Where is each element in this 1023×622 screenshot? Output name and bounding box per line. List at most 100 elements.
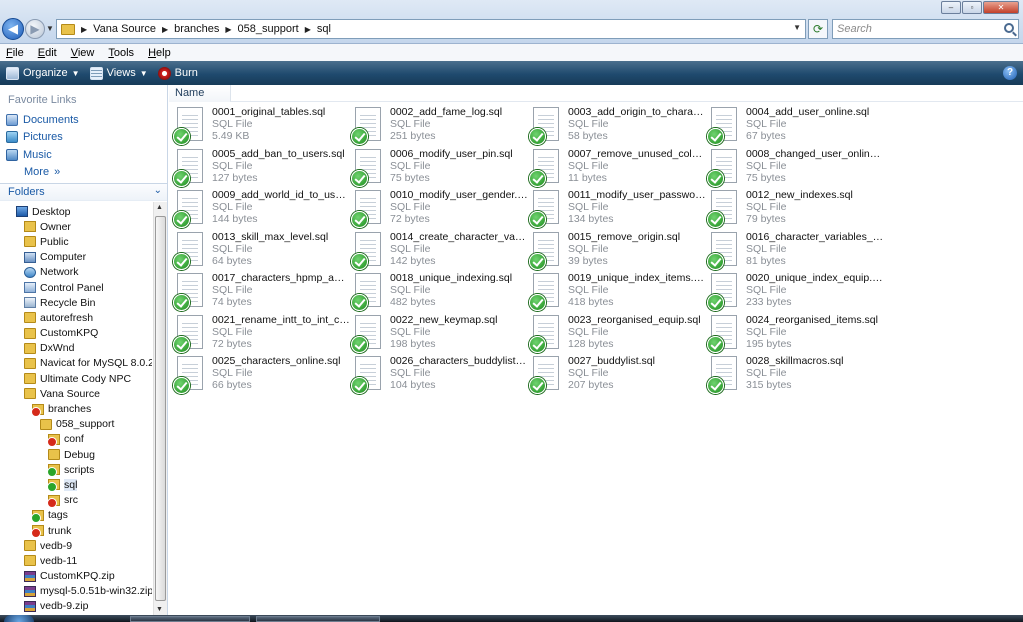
minimize-button[interactable]: –	[941, 1, 961, 14]
breadcrumb-058-support[interactable]: 058_support	[238, 23, 299, 35]
file-size: 81 bytes	[746, 254, 786, 267]
file-item[interactable]: 0023_reorganised_equip.sql SQL File 128 by…	[529, 314, 707, 356]
tree-item[interactable]: Desktop	[0, 204, 152, 219]
tree-item[interactable]: Control Panel	[0, 280, 152, 295]
file-item[interactable]: 0022_new_keymap.sql SQL File 198 bytes	[351, 314, 529, 356]
file-item[interactable]: 0011_modify_user_password... SQL File 134 …	[529, 189, 707, 231]
tree-item[interactable]: branches	[0, 401, 152, 417]
scroll-down-icon[interactable]: ▼	[156, 606, 163, 613]
tree-item[interactable]: vedb-11	[0, 553, 152, 568]
scrollbar-thumb[interactable]	[155, 216, 166, 601]
maximize-button[interactable]: ▫	[962, 1, 982, 14]
file-item[interactable]: 0009_add_world_id_to_user... SQL File 144 …	[173, 189, 351, 231]
file-item[interactable]: 0007_remove_unused_colu... SQL File 11 byt…	[529, 148, 707, 190]
svn-normal-check-icon	[707, 294, 724, 311]
tree-item[interactable]: CustomKPQ.zip	[0, 569, 152, 584]
tree-item[interactable]: Vana Source	[0, 386, 152, 401]
name-column-header[interactable]: Name	[169, 85, 231, 102]
file-item[interactable]: 0003_add_origin_to_charact... SQL File 58 …	[529, 106, 707, 148]
tree-item-label: mysql-5.0.51b-win32.zip	[40, 585, 152, 598]
breadcrumb-sql[interactable]: sql	[317, 23, 331, 35]
file-item[interactable]: 0001_original_tables.sql SQL File 5.49 KB	[173, 106, 351, 148]
tree-item[interactable]: CustomKPQ	[0, 326, 152, 341]
file-item[interactable]: 0019_unique_index_items.sql SQL File 418 b…	[529, 272, 707, 314]
address-dropdown-icon[interactable]: ▼	[793, 23, 801, 32]
file-item[interactable]: 0004_add_user_online.sql SQL File 67 bytes	[707, 106, 885, 148]
address-bar[interactable]: ▶ Vana Source ▶ branches ▶ 058_support ▶…	[56, 19, 806, 39]
file-item[interactable]: 0028_skillmacros.sql SQL File 315 bytes	[707, 355, 885, 397]
tree-item[interactable]: vedb-9.zip	[0, 599, 152, 614]
back-button[interactable]: ◀	[2, 18, 24, 40]
tree-item[interactable]: mysql-5.0.51b-win32.zip	[0, 584, 152, 599]
file-item[interactable]: 0018_unique_indexing.sql SQL File 482 byte…	[351, 272, 529, 314]
favorite-pictures[interactable]: Pictures	[6, 129, 79, 147]
recent-pages-dropdown[interactable]: ▼	[46, 24, 54, 33]
file-item[interactable]: 0017_characters_hpmp_ap.sql SQL File 74 by…	[173, 272, 351, 314]
burn-button[interactable]: Burn	[157, 66, 198, 80]
menu-edit[interactable]: Edit	[38, 47, 57, 59]
taskbar-button[interactable]	[130, 616, 250, 622]
search-icon[interactable]	[1004, 23, 1014, 33]
breadcrumb-branches[interactable]: branches	[174, 23, 219, 35]
tree-item[interactable]: autorefresh	[0, 310, 152, 325]
start-button[interactable]	[4, 615, 34, 622]
file-item[interactable]: 0016_character_variables_va... SQL File 81…	[707, 231, 885, 273]
file-item[interactable]: 0015_remove_origin.sql SQL File 39 bytes	[529, 231, 707, 273]
tree-item[interactable]: sql	[0, 477, 152, 493]
breadcrumb-vana-source[interactable]: Vana Source	[93, 23, 156, 35]
folder-icon	[24, 540, 36, 552]
menu-tools[interactable]: Tools	[108, 47, 134, 59]
folders-header[interactable]: Folders ⌄	[0, 183, 167, 201]
sql-file-icon	[173, 273, 205, 311]
refresh-button[interactable]: ⟳	[808, 19, 828, 39]
close-button[interactable]: ✕	[983, 1, 1019, 14]
file-item[interactable]: 0012_new_indexes.sql SQL File 79 bytes	[707, 189, 885, 231]
search-input[interactable]: Search	[832, 19, 1019, 39]
favorite-music[interactable]: Music	[6, 146, 79, 164]
file-item[interactable]: 0013_skill_max_level.sql SQL File 64 bytes	[173, 231, 351, 273]
favorite-more[interactable]: More »	[6, 164, 79, 182]
tree-item-label: Public	[40, 235, 69, 248]
file-item[interactable]: 0020_unique_index_equip.sql SQL File 233 b…	[707, 272, 885, 314]
file-item[interactable]: 0002_add_fame_log.sql SQL File 251 bytes	[351, 106, 529, 148]
file-item[interactable]: 0010_modify_user_gender.sql SQL File 72 by…	[351, 189, 529, 231]
file-item[interactable]: 0006_modify_user_pin.sql SQL File 75 bytes	[351, 148, 529, 190]
file-item[interactable]: 0008_changed_user_online_t... SQL File 75 …	[707, 148, 885, 190]
tree-item[interactable]: Navicat for MySQL 8.0.22 E	[0, 356, 152, 371]
file-item[interactable]: 0021_rename_intt_to_int_ch... SQL File 72 …	[173, 314, 351, 356]
tree-item[interactable]: trunk	[0, 523, 152, 539]
help-icon[interactable]: ?	[1003, 66, 1017, 80]
menu-view[interactable]: View	[71, 47, 95, 59]
forward-button[interactable]: ▶	[25, 19, 45, 39]
folder-tree-scrollbar[interactable]: ▲ ▼	[153, 202, 167, 615]
file-item[interactable]: 0024_reorganised_items.sql SQL File 195 by…	[707, 314, 885, 356]
tree-item[interactable]: scripts	[0, 462, 152, 478]
menu-file[interactable]: File	[6, 47, 24, 59]
tree-item[interactable]: src	[0, 493, 152, 508]
tree-item[interactable]: Recycle Bin	[0, 295, 152, 310]
tree-item-label: Desktop	[32, 205, 71, 218]
file-item[interactable]: 0026_characters_buddylist_s... SQL File 10…	[351, 355, 529, 397]
tree-item[interactable]: vedb-9	[0, 538, 152, 553]
tree-item[interactable]: Network	[0, 265, 152, 280]
file-item[interactable]: 0005_add_ban_to_users.sql SQL File 127 byt…	[173, 148, 351, 190]
tree-item[interactable]: Debug	[0, 447, 152, 462]
file-item[interactable]: 0025_characters_online.sql SQL File 66 byt…	[173, 355, 351, 397]
file-item[interactable]: 0027_buddylist.sql SQL File 207 bytes	[529, 355, 707, 397]
tree-item[interactable]: Public	[0, 234, 152, 249]
tree-item[interactable]: 058_support	[0, 417, 152, 432]
tree-item[interactable]: tags	[0, 508, 152, 523]
favorite-documents[interactable]: Documents	[6, 111, 79, 129]
organize-button[interactable]: Organize ▼	[6, 66, 80, 80]
views-button[interactable]: Views ▼	[89, 66, 148, 80]
menu-help[interactable]: Help	[148, 47, 171, 59]
file-type: SQL File	[568, 201, 609, 213]
scroll-up-icon[interactable]: ▲	[156, 204, 163, 211]
tree-item[interactable]: Ultimate Cody NPC	[0, 371, 152, 386]
tree-item[interactable]: DxWnd	[0, 341, 152, 356]
tree-item[interactable]: Owner	[0, 219, 152, 234]
tree-item[interactable]: Computer	[0, 250, 152, 265]
file-item[interactable]: 0014_create_character_varia... SQL File 14…	[351, 231, 529, 273]
tree-item[interactable]: conf	[0, 432, 152, 447]
taskbar-button[interactable]	[256, 616, 380, 622]
